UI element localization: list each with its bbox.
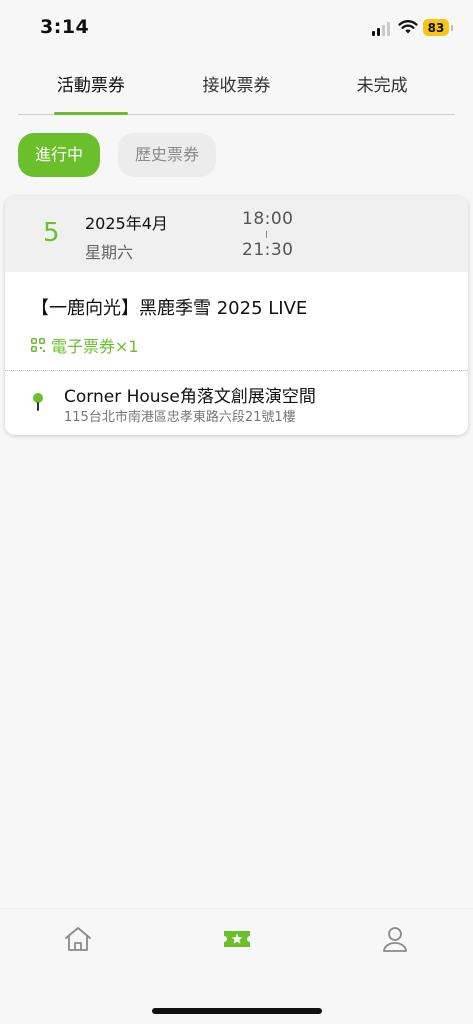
eticket-count: 電子票券×1 — [51, 337, 139, 356]
screen: 3:14 83 活動票券 接收票券 未完成 進行中 歷史票券 5 2025年4月… — [0, 0, 473, 1024]
venue-address: 115台北市南港區忠孝東路六段21號1樓 — [64, 410, 296, 425]
status-time: 3:14 — [40, 16, 90, 38]
tab-incomplete[interactable]: 未完成 — [309, 58, 455, 114]
tab-active-tickets[interactable]: 活動票券 — [18, 58, 164, 115]
ticket-icon[interactable] — [222, 925, 252, 953]
cellular-signal-icon — [372, 22, 390, 36]
filter-in-progress-button[interactable]: 進行中 — [18, 133, 101, 177]
status-bar: 3:14 83 — [0, 0, 473, 56]
home-indicator[interactable] — [152, 1008, 322, 1014]
event-year-month: 2025年4月 — [85, 214, 168, 233]
tab-received-tickets[interactable]: 接收票券 — [164, 58, 310, 114]
event-weekday: 星期六 — [85, 243, 134, 262]
map-pin-icon — [33, 393, 43, 411]
event-date-header: 5 2025年4月 星期六 18:00 21:30 — [5, 196, 468, 272]
event-end-time: 21:30 — [242, 240, 294, 260]
qr-code-icon — [31, 338, 45, 352]
filter-history-button[interactable]: 歷史票券 — [118, 133, 217, 177]
card-divider — [5, 370, 468, 371]
venue-name: Corner House角落文創展演空間 — [64, 387, 316, 407]
filter-chips: 進行中 歷史票券 — [18, 133, 217, 177]
event-day: 5 — [43, 218, 60, 248]
ticket-tabs: 活動票券 接收票券 未完成 — [18, 58, 455, 115]
time-separator — [266, 231, 267, 238]
battery-icon: 83 — [423, 19, 453, 36]
profile-icon[interactable] — [380, 925, 410, 953]
bottom-nav — [0, 908, 473, 1024]
eticket-row: 電子票券×1 — [31, 333, 139, 357]
wifi-icon — [398, 20, 418, 34]
event-start-time: 18:00 — [242, 209, 294, 229]
event-title: 【一鹿向光】黑鹿季雪 2025 LIVE — [31, 298, 308, 319]
event-ticket-card[interactable]: 5 2025年4月 星期六 18:00 21:30 【一鹿向光】黑鹿季雪 202… — [5, 196, 468, 435]
home-icon[interactable] — [63, 925, 93, 953]
